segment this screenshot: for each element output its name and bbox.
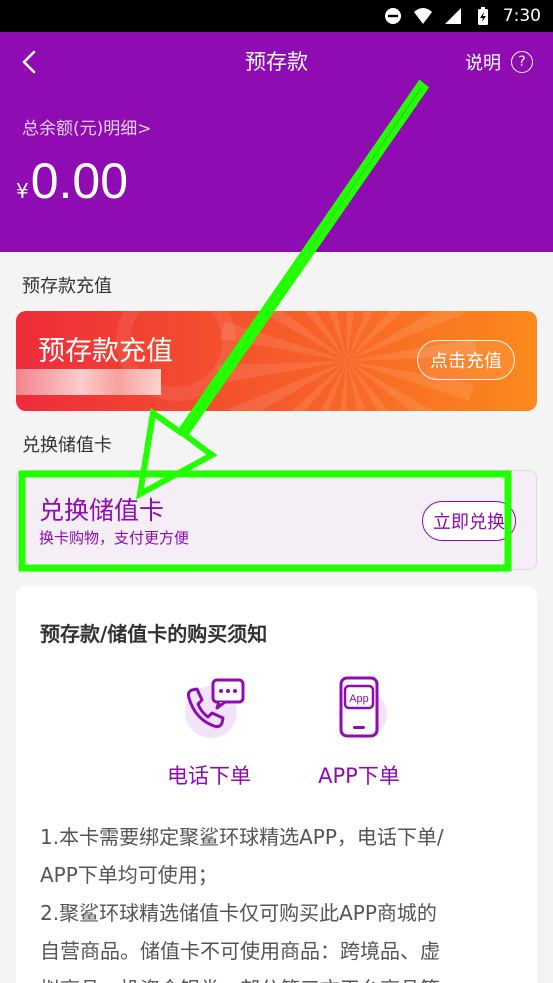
- balance-amount: ¥ 0.00: [16, 152, 128, 210]
- recharge-card[interactable]: 预存款充值 点击充值: [16, 311, 537, 411]
- redeem-button[interactable]: 立即兑换: [422, 501, 516, 541]
- notice-line: 拟商品、投资金银类、部分第三方平台商品等: [40, 970, 520, 983]
- signal-icon: [443, 6, 463, 26]
- app-order-option[interactable]: App APP下单: [294, 676, 424, 790]
- phone-order-label: 电话下单: [167, 764, 251, 788]
- app-phone-icon: App: [327, 676, 391, 740]
- balance-value: 0.00: [30, 153, 129, 209]
- redeem-card[interactable]: 兑换储值卡 换卡购物，支付更方便 立即兑换: [16, 470, 537, 570]
- notice-line: APP下单均可使用；: [40, 863, 218, 887]
- recharge-section-label: 预存款充值: [22, 276, 112, 297]
- status-bar: 7:30: [0, 0, 553, 32]
- app-order-label: APP下单: [318, 764, 400, 788]
- app-icon-text: App: [349, 693, 369, 705]
- notice-line: 1.本卡需要绑定聚鲨环球精选APP，电话下单/: [40, 825, 444, 849]
- status-time: 7:30: [502, 6, 541, 26]
- help-label: 说明: [465, 53, 501, 74]
- redacted-info: [16, 369, 161, 395]
- question-circle-icon: ?: [511, 51, 533, 73]
- currency-symbol: ¥: [16, 179, 29, 203]
- redeem-card-title: 兑换储值卡: [39, 496, 165, 525]
- phone-chat-icon: [177, 676, 245, 740]
- dnd-icon: [383, 6, 403, 26]
- notice-line: 自营商品。储值卡不可使用商品：跨境品、虚: [40, 939, 440, 963]
- notice-line: 2.聚鲨环球精选储值卡仅可购买此APP商城的: [40, 901, 437, 925]
- wifi-icon: [413, 6, 433, 26]
- balance-detail-link[interactable]: 总余额(元)明细>: [22, 114, 152, 139]
- battery-charging-icon: [473, 6, 493, 26]
- help-link[interactable]: 说明 ?: [465, 46, 533, 78]
- purchase-notice-card: 预存款/储值卡的购买须知 电话下单 App APP下单 1.本卡需要绑定聚鲨环球…: [16, 586, 537, 983]
- recharge-card-title: 预存款充值: [38, 336, 173, 367]
- redeem-section-label: 兑换储值卡: [22, 435, 112, 456]
- notice-title: 预存款/储值卡的购买须知: [40, 622, 268, 646]
- balance-header: 预存款 说明 ? 总余额(元)明细> ¥ 0.00: [0, 32, 553, 252]
- redeem-card-subtitle: 换卡购物，支付更方便: [39, 529, 190, 547]
- recharge-button[interactable]: 点击充值: [417, 340, 515, 380]
- notice-text: 1.本卡需要绑定聚鲨环球精选APP，电话下单/ APP下单均可使用； 2.聚鲨环…: [40, 818, 520, 983]
- phone-order-option[interactable]: 电话下单: [144, 676, 274, 790]
